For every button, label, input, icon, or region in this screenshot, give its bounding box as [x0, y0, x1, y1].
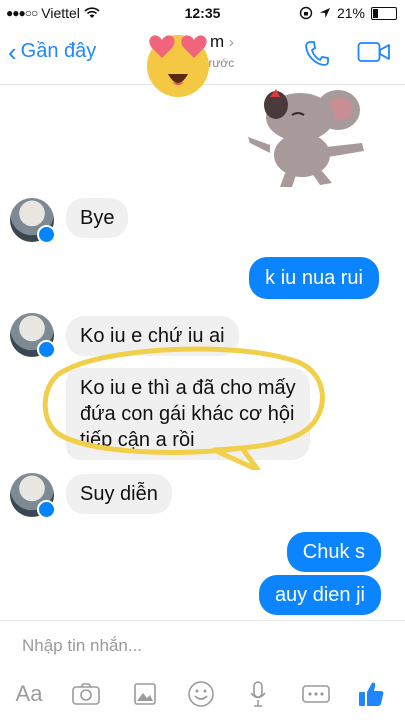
gallery-icon: [134, 683, 156, 705]
avatar[interactable]: [10, 473, 56, 519]
battery-icon: [371, 6, 397, 20]
more-button[interactable]: [299, 679, 333, 709]
chevron-right-icon: ›: [228, 34, 234, 51]
microphone-icon: [250, 681, 266, 707]
koala-sticker-icon: [248, 89, 364, 187]
messenger-badge-icon: [37, 225, 56, 244]
outgoing-message[interactable]: auy dien ji: [258, 575, 381, 615]
microphone-button[interactable]: [241, 679, 275, 709]
camera-icon: [72, 683, 100, 705]
back-label: Gần đây: [20, 40, 97, 62]
back-button[interactable]: ‹ Gần đây: [8, 36, 97, 67]
highlight-scribble-icon: [42, 346, 325, 470]
like-button[interactable]: [354, 679, 388, 709]
battery-percent: 21%: [336, 5, 365, 21]
status-bar: ●●●○○ Viettel 12:35 21%: [0, 0, 405, 26]
video-icon[interactable]: [357, 40, 391, 64]
outgoing-message[interactable]: k iu nua rui: [249, 257, 379, 299]
status-right: 21%: [299, 5, 397, 21]
message-input[interactable]: Nhập tin nhắn...: [22, 636, 142, 656]
composer: Nhập tin nhắn... Aa: [0, 620, 405, 721]
lock-rotation-icon: [299, 6, 313, 20]
outgoing-message[interactable]: Chuk s: [286, 532, 381, 572]
emoji-button[interactable]: [184, 679, 218, 709]
messenger-badge-icon: [37, 500, 56, 519]
camera-button[interactable]: [69, 679, 103, 709]
aa-label: Aa: [15, 681, 43, 706]
composer-toolbar: Aa: [0, 673, 405, 713]
avatar[interactable]: [10, 198, 56, 244]
phone-icon[interactable]: [305, 40, 329, 66]
call-actions: [305, 40, 391, 66]
incoming-message[interactable]: Suy diễn: [66, 474, 172, 514]
emoji-icon: [188, 681, 214, 707]
message-list[interactable]: Bye k iu nua rui Ko iu e chứ iu ai Ko iu…: [0, 85, 405, 620]
like-icon: [359, 682, 384, 706]
more-icon: [302, 685, 330, 703]
chevron-left-icon: ‹: [8, 36, 17, 67]
text-format-button[interactable]: Aa: [12, 679, 46, 709]
incoming-message[interactable]: Bye: [66, 198, 129, 238]
gallery-button[interactable]: [128, 679, 162, 709]
location-icon: [319, 8, 330, 18]
